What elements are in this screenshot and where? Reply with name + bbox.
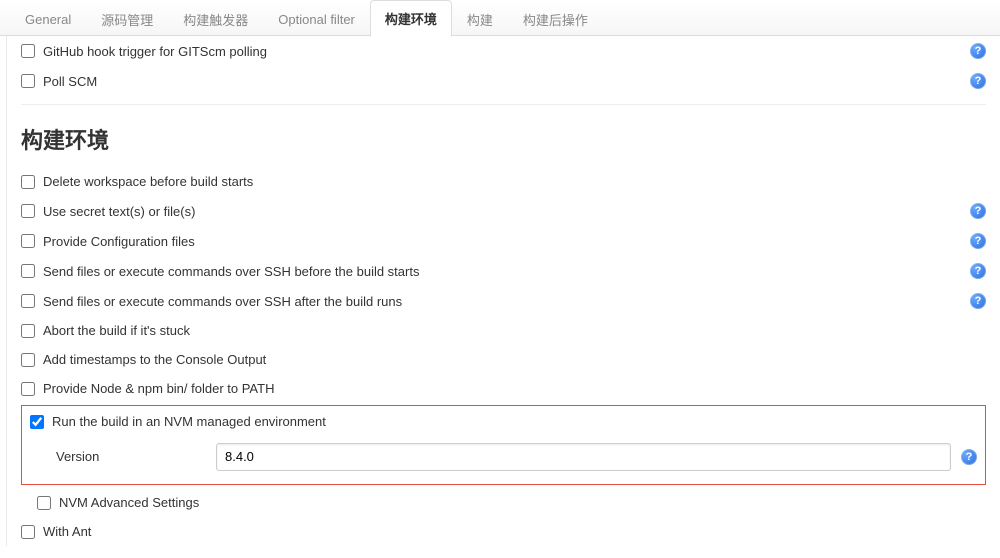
tab-optional-filter[interactable]: Optional filter [263,3,370,35]
help-icon[interactable]: ? [970,73,986,89]
timestamps-label: Add timestamps to the Console Output [43,352,986,367]
tab-build[interactable]: 构建 [452,1,508,37]
opt-config-files-row: Provide Configuration files ? [21,226,986,256]
help-icon[interactable]: ? [970,233,986,249]
delete-workspace-checkbox[interactable] [21,175,35,189]
nvm-version-label: Version [46,441,216,472]
tab-scm[interactable]: 源码管理 [86,1,168,37]
help-icon[interactable]: ? [970,293,986,309]
nvm-version-input[interactable] [216,443,951,471]
opt-abort-stuck-row: Abort the build if it's stuck [21,316,986,345]
with-ant-checkbox[interactable] [21,525,35,539]
opt-timestamps-row: Add timestamps to the Console Output [21,345,986,374]
help-icon[interactable]: ? [970,203,986,219]
help-icon[interactable]: ? [970,43,986,59]
node-path-label: Provide Node & npm bin/ folder to PATH [43,381,986,396]
nvm-version-row: Version ? [30,435,977,472]
github-hook-checkbox[interactable] [21,44,35,58]
use-secret-label: Use secret text(s) or file(s) [43,204,970,219]
nvm-highlight-box: Run the build in an NVM managed environm… [21,405,986,485]
trigger-github-hook-row: GitHub hook trigger for GITScm polling ? [21,36,986,66]
opt-with-ant-row: With Ant [21,517,986,546]
trigger-poll-scm-row: Poll SCM ? [21,66,986,96]
nvm-label: Run the build in an NVM managed environm… [52,414,977,429]
opt-nvm-advanced-row: NVM Advanced Settings [21,493,986,517]
opt-ssh-before-row: Send files or execute commands over SSH … [21,256,986,286]
tab-bar: General 源码管理 构建触发器 Optional filter 构建环境 … [0,0,1000,36]
abort-stuck-label: Abort the build if it's stuck [43,323,986,338]
config-files-label: Provide Configuration files [43,234,970,249]
section-title-build-env: 构建环境 [21,104,986,167]
tab-general[interactable]: General [10,3,86,35]
poll-scm-label: Poll SCM [43,74,970,89]
ssh-before-checkbox[interactable] [21,264,35,278]
with-ant-label: With Ant [43,524,986,539]
github-hook-label: GitHub hook trigger for GITScm polling [43,44,970,59]
opt-use-secret-row: Use secret text(s) or file(s) ? [21,196,986,226]
help-icon[interactable]: ? [970,263,986,279]
tab-triggers[interactable]: 构建触发器 [168,1,263,37]
ssh-before-label: Send files or execute commands over SSH … [43,264,970,279]
opt-node-path-row: Provide Node & npm bin/ folder to PATH [21,374,986,403]
node-path-checkbox[interactable] [21,382,35,396]
poll-scm-checkbox[interactable] [21,74,35,88]
opt-nvm-row: Run the build in an NVM managed environm… [30,412,977,435]
delete-workspace-label: Delete workspace before build starts [43,174,986,189]
nvm-advanced-label: NVM Advanced Settings [59,495,986,510]
timestamps-checkbox[interactable] [21,353,35,367]
opt-delete-workspace-row: Delete workspace before build starts [21,167,986,196]
ssh-after-label: Send files or execute commands over SSH … [43,294,970,309]
tab-build-env[interactable]: 构建环境 [370,0,452,37]
nvm-advanced-checkbox[interactable] [37,496,51,510]
help-icon[interactable]: ? [961,449,977,465]
use-secret-checkbox[interactable] [21,204,35,218]
tab-post-build[interactable]: 构建后操作 [508,1,603,37]
opt-ssh-after-row: Send files or execute commands over SSH … [21,286,986,316]
config-content: GitHub hook trigger for GITScm polling ?… [6,36,1000,546]
abort-stuck-checkbox[interactable] [21,324,35,338]
ssh-after-checkbox[interactable] [21,294,35,308]
config-files-checkbox[interactable] [21,234,35,248]
nvm-checkbox[interactable] [30,415,44,429]
